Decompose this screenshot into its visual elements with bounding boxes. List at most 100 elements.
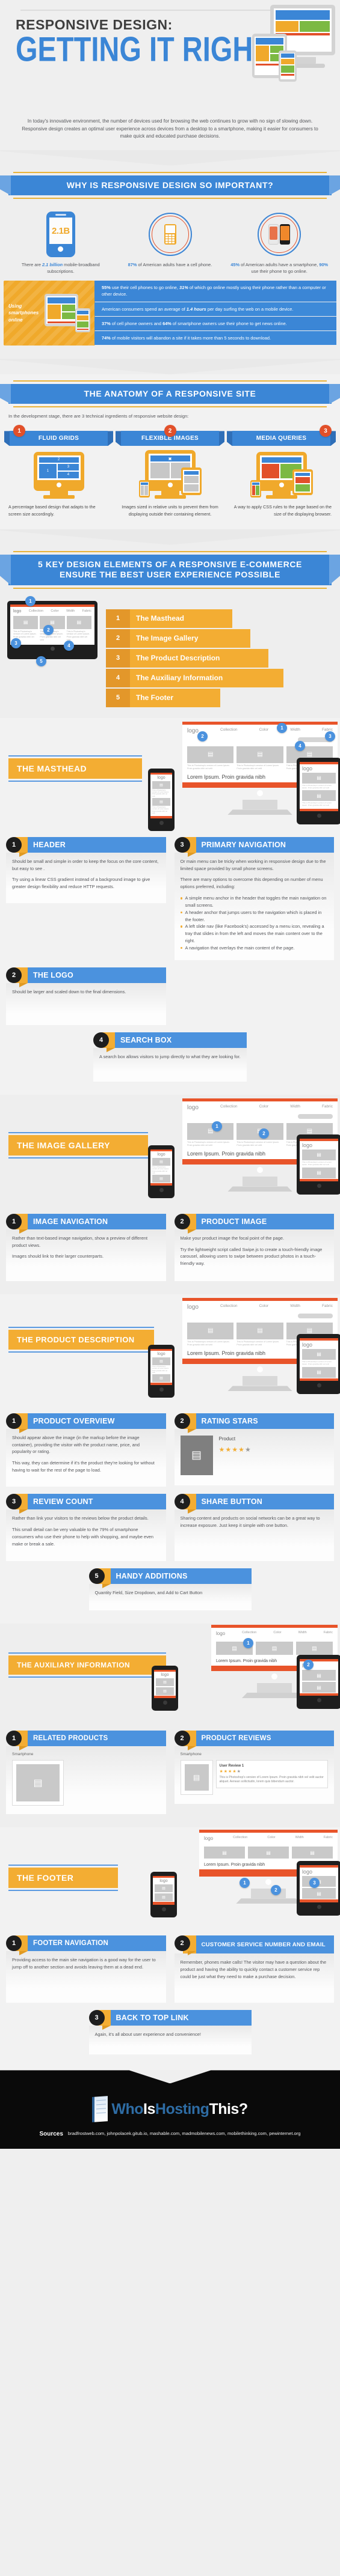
mock-nav-item: Collection — [220, 1104, 238, 1109]
image-placeholder-icon: ▤ — [152, 1175, 170, 1183]
image-placeholder-icon: ▤ — [302, 1670, 336, 1681]
section-notch — [0, 529, 340, 545]
tablet-device: logo ▤ ▤ — [297, 1861, 340, 1916]
stat-caption: There are 2.1 billion mobile-broadband s… — [21, 262, 100, 275]
mock-card-text: This is Photoshop's version of Lorem Ips… — [187, 1340, 230, 1346]
masthead-cards-row-2: 2 THE LOGO Should be larger and scaled d… — [0, 967, 340, 1032]
mock-card-text: This is Photoshop's version of Lorem Ips… — [187, 764, 230, 770]
stat-cellphone: 87% of American adults have a cell phone… — [116, 210, 225, 275]
review-product-card[interactable]: ▤ — [180, 1760, 213, 1795]
infographic-page: RESPONSIVE DESIGN: GETTING IT RIGHT In t… — [0, 0, 340, 2149]
card-number: 3 — [174, 836, 190, 853]
card-title: RATING STARS — [196, 1413, 334, 1429]
card-the-logo: 2 THE LOGO Should be larger and scaled d… — [6, 967, 166, 1025]
page-footer: WhoIsHostingThis? Sources bradfrostweb.c… — [0, 2083, 340, 2149]
star-rating[interactable]: ★★★★★ — [219, 1445, 252, 1456]
cellphone-ring-icon — [148, 213, 192, 257]
card-product-image: 2 PRODUCT IMAGE Make your product image … — [174, 1213, 334, 1281]
search-input[interactable] — [298, 1113, 333, 1119]
search-input[interactable] — [298, 1313, 333, 1318]
mock-logo: logo — [204, 1836, 214, 1842]
card-paragraph: There are many options to overcome this … — [180, 877, 323, 890]
card-paragraph: Images should link to their larger count… — [12, 1253, 104, 1259]
anatomy-item-fluid-grids: 1 FLUID GRIDS 2 1 3 4 A percentage based… — [5, 425, 113, 517]
card-number: 3 — [88, 2010, 105, 2026]
product-thumbnail: ▤ — [180, 1435, 213, 1475]
mock-logo: logo — [216, 1631, 226, 1637]
card-product-reviews: 2 PRODUCT REVIEWS Smartphone ▤ User Revi… — [174, 1731, 334, 1804]
fact-row: American consumers spend an average of 1… — [94, 302, 336, 316]
bullet-item: A simple menu anchor in the header that … — [180, 895, 329, 909]
media-query-illustration — [250, 452, 313, 499]
step-number: 1 — [106, 609, 130, 628]
facts-list: 55% use their cell phones to go online, … — [94, 281, 336, 346]
hotspot-5: 5 — [36, 656, 46, 666]
image-placeholder-icon: ▤ — [271, 1645, 277, 1651]
image-placeholder-icon: ▤ — [33, 1777, 43, 1788]
mock-nav-item: Fabric — [323, 1836, 333, 1840]
related-product-label: Smartphone — [12, 1752, 34, 1757]
section-image-gallery: THE IMAGE GALLERY logo Collection Color … — [0, 1094, 340, 1294]
bullet-item: A header anchor that jumps users to the … — [180, 909, 329, 924]
hotspot-4: 4 — [64, 640, 74, 651]
mock-card-text: This is Photoshop's version of Lorem Ips… — [187, 1140, 230, 1146]
mock-logo: logo — [157, 775, 165, 780]
card-number: 2 — [174, 1213, 190, 1229]
section-notch — [0, 358, 340, 374]
intro-paragraph: In today's innovative environment, the n… — [22, 118, 318, 139]
mock-nav-item: Width — [290, 727, 300, 732]
phone-device: logo ▤ This is Photoshop's version of Lo… — [148, 768, 175, 831]
section-anatomy: THE ANATOMY OF A RESPONSIVE SITE In the … — [0, 374, 340, 529]
sources-label: Sources — [39, 2131, 63, 2138]
using-smartphones-label: Using smartphones online — [8, 303, 39, 323]
card-paragraph: Sharing content and products on social n… — [180, 1515, 320, 1528]
gallery-cards-row: 1 IMAGE NAVIGATION Rather than text-base… — [0, 1209, 340, 1288]
masthead-device-mock: THE MASTHEAD logo Collection Color Width… — [0, 718, 340, 832]
phone-device: logo ▤ This is Photoshop's version of Lo… — [148, 1344, 175, 1398]
card-product-overview: 1 PRODUCT OVERVIEW Should appear above t… — [6, 1413, 166, 1487]
anatomy-desc: A percentage based design that adapts to… — [8, 504, 96, 517]
mock-nav-item: Fabric — [82, 609, 91, 613]
related-product-card[interactable]: ▤ — [12, 1760, 64, 1806]
five-steps-list: 1 The Masthead 2 The Image Gallery 3 The… — [106, 601, 340, 708]
review-stars: ★★★★★ — [219, 1770, 241, 1774]
image-placeholder-icon: ▤ — [302, 1149, 336, 1160]
mock-logo: logo — [161, 1673, 169, 1678]
step-number: 3 — [106, 648, 130, 668]
step-number: 2 — [164, 425, 176, 437]
mock-logo: logo — [157, 1152, 165, 1157]
mock-logo: logo — [302, 1142, 313, 1148]
bullet-item: A left slide nav (like Facebook's) acces… — [180, 923, 329, 945]
card-number: 1 — [6, 836, 22, 853]
card-title: FOOTER NAVIGATION — [28, 1935, 166, 1952]
mock-nav-item: Fabric — [321, 1104, 333, 1109]
phone-device: logo ▤ ▤ — [152, 1666, 178, 1711]
mock-card-text: This is Photoshop's version of Lorem Ips… — [236, 1140, 279, 1146]
card-number: 1 — [6, 1413, 22, 1429]
card-number: 2 — [174, 1731, 190, 1747]
card-number: 2 — [174, 1935, 190, 1952]
tablet-illustration — [181, 467, 202, 496]
card-paragraph: Rather than link your visitors to the re… — [12, 1515, 149, 1521]
mock-logo: logo — [302, 765, 313, 772]
fact-row: 37% of cell phone owners and 64% of smar… — [94, 316, 336, 330]
brand-logo[interactable]: WhoIsHostingThis? — [0, 2096, 340, 2123]
anatomy-columns: 1 FLUID GRIDS 2 1 3 4 A percentage based… — [0, 424, 340, 523]
five-elements-row: 1 2 3 4 5 logo Collection Color Width Fa… — [0, 592, 340, 712]
hotspot-1: 1 — [277, 722, 287, 733]
mock-card-text: This is Photoshop's version of Lorem Ips… — [236, 764, 279, 770]
page-header: RESPONSIVE DESIGN: GETTING IT RIGHT — [0, 0, 340, 114]
mock-nav-item: Fabric — [323, 1631, 333, 1635]
mock-nav-item: Width — [295, 1836, 304, 1840]
sources-block: Sources bradfrostweb.com, johnpolacek.gi… — [0, 2122, 340, 2137]
mock-card-text: This is Photoshop's version of Lorem Ips… — [66, 630, 90, 641]
two-phones-ring-icon — [258, 213, 301, 257]
footer-device-mock: THE FOOTER logo Collection Color Width F… — [0, 1827, 340, 1931]
step-label: The Masthead — [130, 609, 232, 628]
bullet-item: A navigation that overlays the main cont… — [180, 945, 329, 952]
hotspot-1: 1 — [243, 1638, 253, 1649]
section-title-auxiliary: THE AUXILIARY INFORMATION — [8, 1655, 166, 1675]
image-placeholder-icon: ▤ — [193, 1773, 200, 1782]
image-placeholder-icon: ▤ — [306, 1128, 313, 1135]
image-placeholder-icon: ▤ — [306, 1327, 313, 1335]
